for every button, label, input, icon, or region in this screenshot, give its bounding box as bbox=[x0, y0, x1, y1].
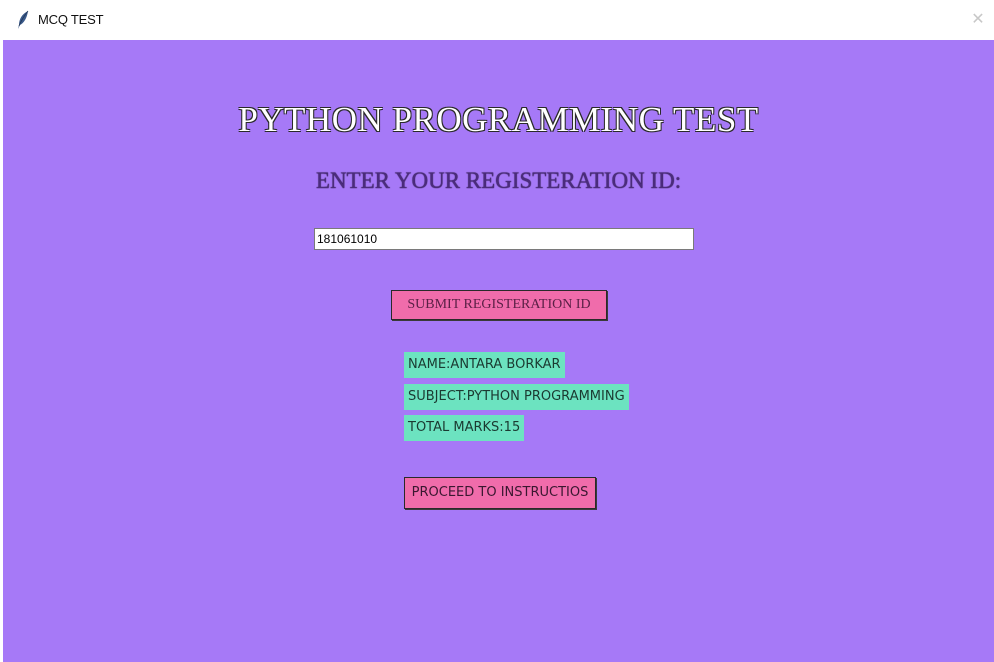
window-title: MCQ TEST bbox=[38, 12, 104, 27]
feather-icon bbox=[16, 10, 30, 30]
submit-registration-button[interactable]: SUBMIT REGISTERATION ID bbox=[391, 290, 607, 320]
close-icon[interactable]: ✕ bbox=[970, 9, 986, 29]
registration-id-input[interactable] bbox=[314, 228, 694, 250]
proceed-to-instructions-button[interactable]: PROCEED TO INSTRUCTIOS bbox=[404, 477, 596, 509]
main-panel: PYTHON PROGRAMMING TEST ENTER YOUR REGIS… bbox=[3, 40, 994, 662]
app-window: MCQ TEST ✕ PYTHON PROGRAMMING TEST ENTER… bbox=[0, 0, 994, 662]
subject-label: SUBJECT:PYTHON PROGRAMMING bbox=[404, 384, 629, 410]
total-marks-label: TOTAL MARKS:15 bbox=[404, 415, 525, 441]
student-name-label: NAME:ANTARA BORKAR bbox=[404, 352, 565, 378]
registration-prompt: ENTER YOUR REGISTERATION ID: bbox=[315, 168, 682, 193]
title-bar: MCQ TEST ✕ bbox=[0, 0, 994, 40]
page-title: PYTHON PROGRAMMING TEST bbox=[238, 100, 759, 139]
